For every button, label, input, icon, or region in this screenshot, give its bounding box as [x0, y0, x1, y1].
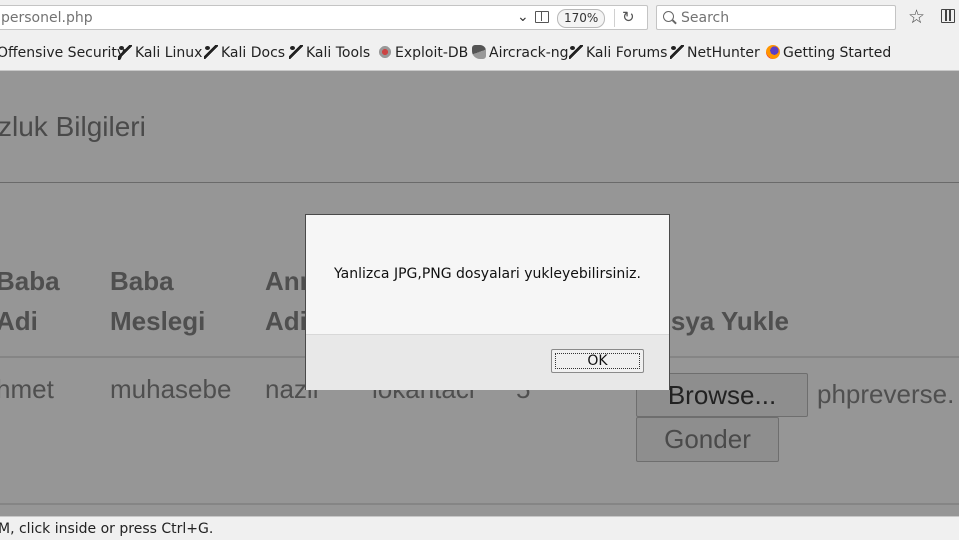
bookmark-star-icon[interactable]: ☆ [908, 6, 925, 28]
bookmark-kali-docs[interactable]: Kali Docs [204, 45, 285, 61]
kali-dragon-icon [569, 45, 583, 59]
reload-icon[interactable]: ↻ [622, 8, 635, 26]
search-placeholder[interactable]: Search [681, 10, 729, 26]
column-header-line: Baba [0, 266, 60, 296]
bookmark-getting-started[interactable]: Getting Started [766, 45, 891, 61]
page-title: zluk Bilgileri [0, 111, 146, 142]
column-header-line: Meslegi [110, 306, 206, 336]
kali-dragon-icon [204, 45, 218, 59]
bookmark-nethunter[interactable]: NetHunter [670, 45, 760, 61]
bookmarks-toolbar: Offensive Security Kali Linux Kali Docs … [0, 36, 959, 71]
bookmark-aircrack-ng[interactable]: Aircrack-ng [472, 45, 569, 61]
alert-dialog: Yanlizca JPG,PNG dosyalari yukleyebilirs… [305, 214, 670, 390]
bookmark-exploit-db[interactable]: Exploit-DB [378, 45, 468, 61]
table-cell: muhasebe [110, 374, 232, 404]
column-header-line: Adi [0, 306, 38, 336]
submit-button[interactable]: Gonder [636, 417, 779, 462]
bookmark-kali-tools[interactable]: Kali Tools [289, 45, 370, 61]
ok-button[interactable]: OK [551, 349, 644, 373]
url-separator [614, 9, 615, 27]
bookmark-label: Kali Linux [135, 45, 203, 61]
bookmark-label: Offensive Security [0, 45, 126, 61]
kali-dragon-icon [289, 45, 303, 59]
search-bar[interactable]: Search [656, 5, 896, 30]
bookmark-label: Kali Docs [221, 45, 286, 61]
status-bar: M, click inside or press Ctrl+G. [0, 516, 959, 540]
bookmark-kali-linux[interactable]: Kali Linux [118, 45, 202, 61]
zoom-level-badge[interactable]: 170% [557, 9, 606, 28]
search-icon [663, 11, 674, 22]
bookmark-label: Getting Started [783, 45, 892, 61]
bookmark-label: Aircrack-ng [489, 45, 569, 61]
bookmark-offensive-security[interactable]: Offensive Security [0, 45, 125, 61]
table-divider [0, 503, 959, 505]
bookmark-label: NetHunter [687, 45, 760, 61]
bookmark-label: Kali Tools [306, 45, 371, 61]
divider [0, 182, 959, 183]
exploit-db-icon [378, 45, 392, 59]
firefox-icon [766, 45, 780, 59]
table-cell: hmet [0, 374, 54, 404]
column-header-line: osya Yukle [655, 306, 789, 336]
url-bar[interactable]: personel.php ⌄ 170% ↻ [0, 5, 648, 30]
bookmark-kali-forums[interactable]: Kali Forums [569, 45, 667, 61]
selected-file-name: phpreverse. [817, 379, 955, 409]
alert-message: Yanlizca JPG,PNG dosyalari yukleyebilirs… [334, 266, 641, 282]
bookmark-label: Kali Forums [586, 45, 668, 61]
column-header-baba-meslegi: Baba Meslegi [110, 261, 205, 341]
column-header-baba-adi: Baba Adi [0, 261, 60, 341]
chevron-down-icon[interactable]: ⌄ [517, 9, 529, 25]
alert-footer: OK [306, 334, 669, 390]
url-text[interactable]: personel.php [1, 10, 93, 26]
aircrack-icon [472, 45, 486, 59]
status-text: M, click inside or press Ctrl+G. [0, 521, 214, 537]
kali-dragon-icon [118, 45, 132, 59]
reader-view-icon[interactable] [535, 11, 549, 23]
bookmark-label: Exploit-DB [395, 45, 469, 61]
browser-toolbar: personel.php ⌄ 170% ↻ Search ☆ [0, 0, 959, 36]
library-icon[interactable] [941, 9, 955, 23]
column-header-dosya-yukle: osya Yukle [655, 301, 789, 341]
kali-dragon-icon [670, 45, 684, 59]
column-header-line: Baba [110, 266, 174, 296]
